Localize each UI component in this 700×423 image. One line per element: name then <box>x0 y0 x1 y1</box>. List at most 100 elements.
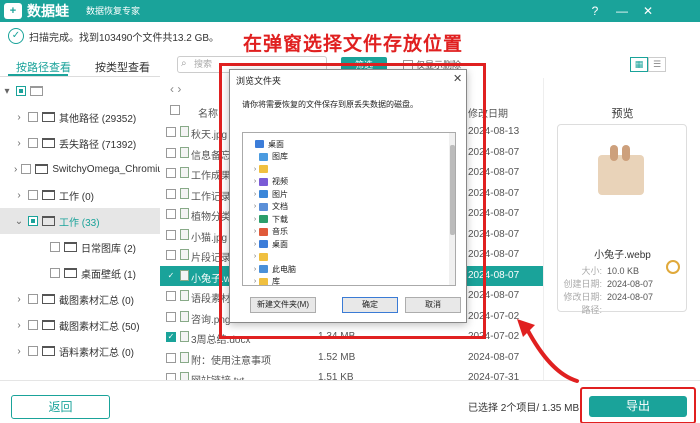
sidebar-item[interactable]: 日常图库 (2) <box>0 234 160 260</box>
close-icon[interactable]: ✕ <box>640 3 656 19</box>
zoom-icon[interactable] <box>666 260 680 274</box>
sidebar-item[interactable]: › 语料素材汇总 (0) <box>0 338 160 364</box>
file-checkbox[interactable] <box>166 127 176 137</box>
folder-icon <box>259 190 268 198</box>
tree-scrollbar[interactable] <box>449 133 455 285</box>
sidebar-item-checkbox[interactable] <box>28 320 38 330</box>
sidebar-item-checkbox[interactable] <box>28 294 38 304</box>
cancel-button[interactable]: 取消 <box>405 297 461 313</box>
new-folder-button[interactable]: 新建文件夹(M) <box>250 297 316 313</box>
sidebar-item-checkbox[interactable] <box>28 346 38 356</box>
chevron-icon[interactable]: › <box>14 112 24 123</box>
sidebar-item-checkbox[interactable] <box>21 164 32 174</box>
tab-by-path[interactable]: 按路径查看 <box>16 59 71 75</box>
file-checkbox[interactable] <box>166 188 176 199</box>
sidebar-item[interactable]: ▾ <box>0 78 160 104</box>
expand-arrow-icon[interactable]: › <box>251 253 259 260</box>
sidebar-item[interactable]: 桌面壁纸 (1) <box>0 260 160 286</box>
folder-icon <box>42 190 55 200</box>
folder-icon <box>42 294 55 304</box>
folder-icon <box>42 320 55 330</box>
sidebar-item-checkbox[interactable] <box>50 268 60 278</box>
help-icon[interactable]: ? <box>587 3 603 19</box>
folder-icon <box>259 165 268 173</box>
file-checkbox[interactable]: ✓ <box>166 270 176 281</box>
folder-label: 图库 <box>272 152 288 161</box>
back-button[interactable]: 返回 <box>11 395 110 419</box>
folder-icon <box>259 277 268 285</box>
sidebar-item[interactable]: › 工作 (0) <box>0 182 160 208</box>
expand-arrow-icon[interactable]: › <box>251 241 259 248</box>
chevron-icon[interactable]: › <box>14 138 24 149</box>
sidebar-item[interactable]: › 截图素材汇总 (50) <box>0 312 160 338</box>
folder-tree: ▾ › 其他路径 (29352) › 丢失路径 (71392) › SwitchyOmega… <box>0 78 160 380</box>
file-checkbox[interactable]: ✓ <box>166 332 176 342</box>
file-checkbox[interactable] <box>166 229 176 240</box>
file-type-icon <box>180 269 189 281</box>
folder-icon <box>259 152 268 161</box>
chevron-icon[interactable]: › <box>14 294 24 305</box>
file-checkbox[interactable] <box>166 147 176 158</box>
sidebar-item-checkbox[interactable] <box>28 138 38 148</box>
chevron-icon[interactable]: › <box>14 190 24 201</box>
expand-arrow-icon[interactable]: › <box>251 228 259 235</box>
expand-arrow-icon[interactable]: › <box>251 278 259 285</box>
list-view-icon[interactable]: ☰ <box>648 57 666 72</box>
app-subtitle: 数据恢复专家 <box>86 6 141 16</box>
expand-arrow-icon[interactable]: › <box>251 178 259 185</box>
chevron-icon[interactable]: › <box>14 164 17 175</box>
file-checkbox[interactable] <box>166 291 176 301</box>
sidebar-item[interactable]: ⌄ 工作 (33) <box>0 208 160 234</box>
minimize-icon[interactable]: — <box>614 3 630 19</box>
chevron-icon[interactable]: ⌄ <box>14 216 24 227</box>
sidebar-item[interactable]: › 丢失路径 (71392) <box>0 130 160 156</box>
folder-label: 库 <box>272 277 280 286</box>
file-row[interactable]: 附：使用注意事项 1.52 MB 2024-08-07 <box>160 348 543 368</box>
sidebar-item-label: 语料素材汇总 (0) <box>59 347 134 359</box>
select-all-checkbox[interactable] <box>170 105 180 115</box>
grid-view-icon[interactable]: ▦ <box>630 57 648 72</box>
preview-meta-row: 修改日期: 2024-08-07 <box>558 290 653 303</box>
chevron-icon[interactable]: › <box>14 320 24 331</box>
export-button[interactable]: 导出 <box>589 396 687 417</box>
file-checkbox[interactable] <box>166 168 176 178</box>
sidebar-item-label: 工作 (33) <box>59 217 100 229</box>
sidebar-item[interactable]: › SwitchyOmega_Chromium <box>0 156 160 182</box>
folder-label: 图片 <box>272 189 288 199</box>
file-name: 附：使用注意事项 <box>191 355 271 367</box>
expand-arrow-icon[interactable]: › <box>251 191 259 198</box>
chevron-icon[interactable]: ▾ <box>2 86 12 97</box>
file-type-icon <box>180 167 189 178</box>
dialog-close-icon[interactable]: ✕ <box>453 72 462 85</box>
ok-button[interactable]: 确定 <box>342 297 398 313</box>
folder-label: 此电脑 <box>272 264 296 274</box>
sidebar-item-checkbox[interactable] <box>28 216 38 226</box>
expand-arrow-icon[interactable]: › <box>251 203 259 210</box>
file-type-icon <box>180 228 189 240</box>
bottom-bar: 返回 已选择 2个项目/ 1.35 MB 导出 <box>0 380 700 423</box>
sidebar-item-checkbox[interactable] <box>16 86 26 96</box>
expand-arrow-icon[interactable]: › <box>251 166 259 173</box>
scan-status: ✓ 扫描完成。找到103490个文件共13.2 GB。 <box>8 26 219 46</box>
chevron-icon[interactable]: › <box>14 346 24 357</box>
folder-label: 桌面 <box>268 139 284 149</box>
sidebar-item-checkbox[interactable] <box>28 112 38 122</box>
column-name[interactable]: 名称 <box>198 105 218 120</box>
sidebar-item[interactable]: › 其他路径 (29352) <box>0 104 160 130</box>
sidebar-item-checkbox[interactable] <box>50 242 60 252</box>
expand-arrow-icon[interactable]: › <box>251 266 259 273</box>
file-checkbox[interactable] <box>166 311 176 322</box>
folder-icon <box>259 202 268 211</box>
expand-arrow-icon[interactable]: › <box>251 216 259 223</box>
folder-icon <box>259 227 268 236</box>
file-checkbox[interactable] <box>166 352 176 363</box>
history-nav[interactable]: ‹ › <box>170 82 181 96</box>
tab-by-type[interactable]: 按类型查看 <box>95 59 150 75</box>
file-checkbox[interactable] <box>166 209 176 219</box>
sidebar-item-checkbox[interactable] <box>28 190 38 200</box>
file-checkbox[interactable] <box>166 250 176 260</box>
sidebar-item[interactable]: › 截图素材汇总 (0) <box>0 286 160 312</box>
folder-tree-item[interactable]: › 库 <box>251 275 280 286</box>
folder-icon <box>35 164 49 174</box>
folder-icon <box>255 140 264 148</box>
